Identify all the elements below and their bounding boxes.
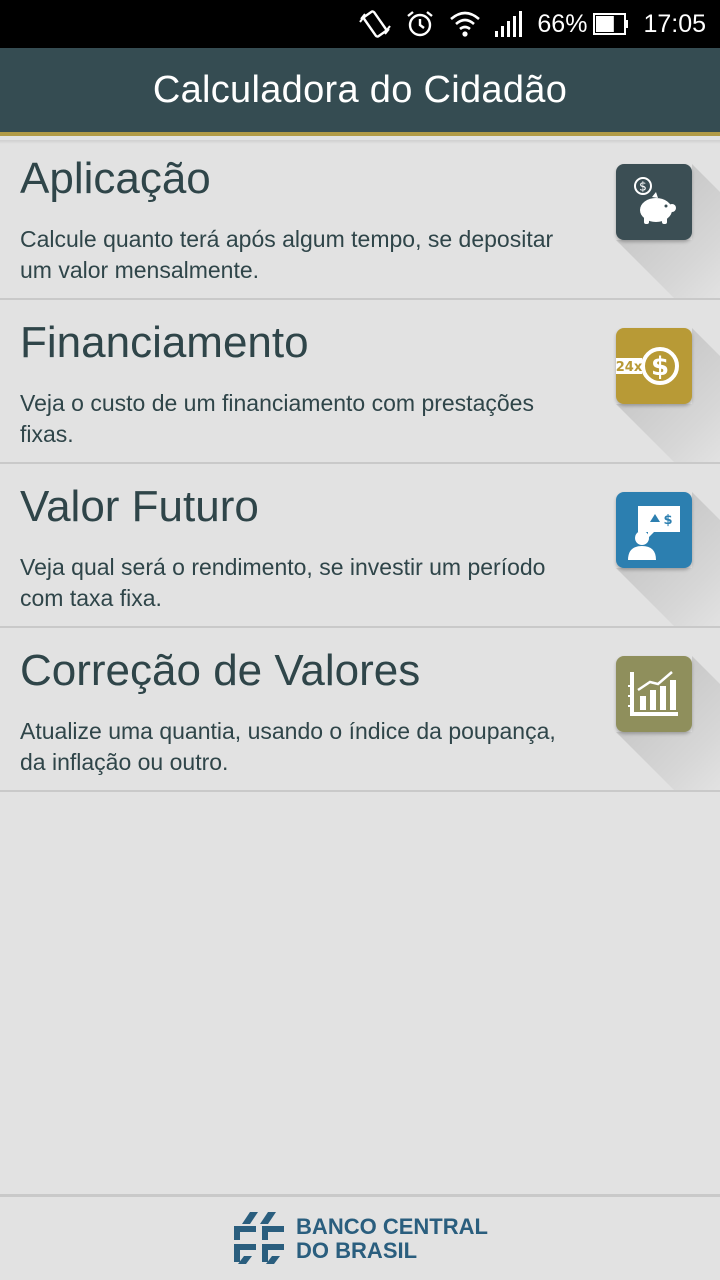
item-title: Financiamento [20, 318, 309, 367]
item-title: Aplicação [20, 154, 211, 203]
investor-presentation-icon: $ [616, 492, 692, 568]
item-description: Calcule quanto terá após algum tempo, se… [20, 226, 554, 283]
svg-text:$: $ [651, 352, 669, 382]
item-title: Correção de Valores [20, 646, 421, 695]
list-item-valor-futuro[interactable]: Valor Futuro Veja qual será o rendimento… [0, 464, 720, 628]
app-bar: Calculadora do Cidadão [0, 48, 720, 136]
installments-label: 24x [616, 360, 643, 375]
bar-chart-icon [616, 656, 692, 732]
list-item-aplicacao[interactable]: Aplicação Calcule quanto terá após algum… [0, 136, 720, 300]
svg-text:$: $ [663, 513, 672, 528]
banco-central-logo-icon [232, 1210, 286, 1268]
app-title: Calculadora do Cidadão [152, 68, 568, 111]
item-description: Veja qual será o rendimento, se investir… [20, 554, 546, 611]
battery-icon [593, 13, 629, 35]
item-description: Veja o custo de um financiamento com pre… [20, 390, 534, 447]
brand-line-2: DO BRASIL [296, 1237, 418, 1263]
piggy-bank-icon: $ [616, 164, 692, 240]
status-bar: 66% 17:05 [0, 0, 720, 48]
item-title: Valor Futuro [20, 482, 259, 531]
alarm-icon [405, 9, 435, 39]
wifi-icon [449, 9, 481, 39]
brand-name: BANCO CENTRAL DO BRASIL [296, 1213, 488, 1263]
item-description: Atualize uma quantia, usando o índice da… [20, 718, 556, 775]
installments-24x-icon: $ 24x [616, 328, 692, 404]
calculator-list: Aplicação Calcule quanto terá após algum… [0, 136, 720, 792]
signal-icon [495, 11, 523, 37]
list-item-correcao-de-valores[interactable]: Correção de Valores Atualize uma quantia… [0, 628, 720, 792]
clock-time: 17:05 [643, 9, 706, 38]
footer: BANCO CENTRAL DO BRASIL [0, 1194, 720, 1280]
svg-text:$: $ [639, 180, 647, 194]
battery-percent: 66% [537, 9, 588, 38]
battery-indicator: 66% [537, 10, 629, 39]
list-item-financiamento[interactable]: Financiamento Veja o custo de um financi… [0, 300, 720, 464]
brand-line-1: BANCO CENTRAL [296, 1213, 488, 1239]
vibrate-icon [359, 8, 392, 40]
